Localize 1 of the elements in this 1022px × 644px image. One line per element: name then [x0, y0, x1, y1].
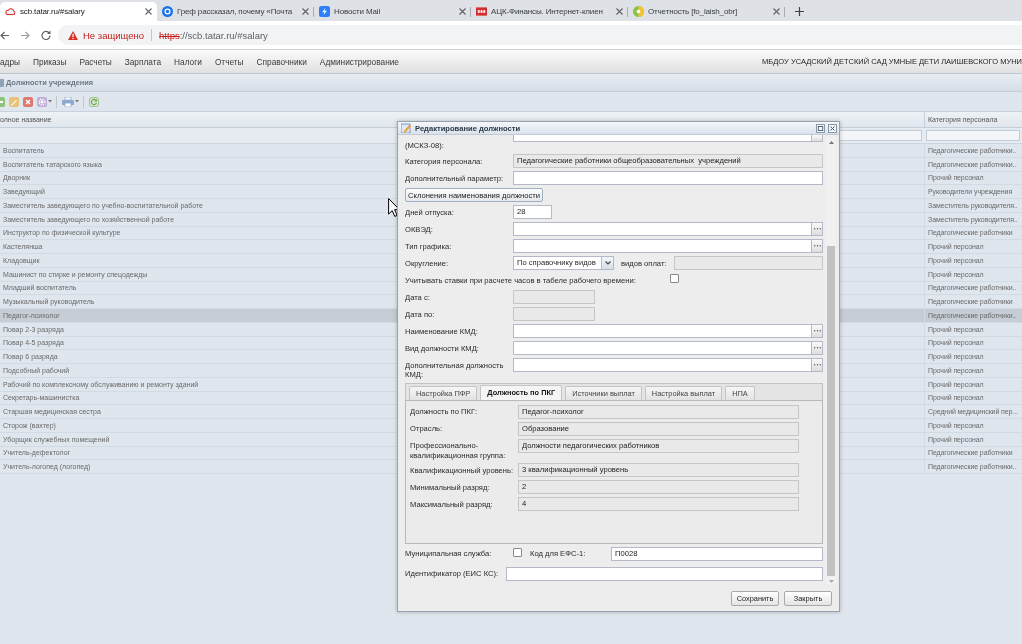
url-text: https://scb.tatar.ru/#salary — [159, 29, 268, 41]
